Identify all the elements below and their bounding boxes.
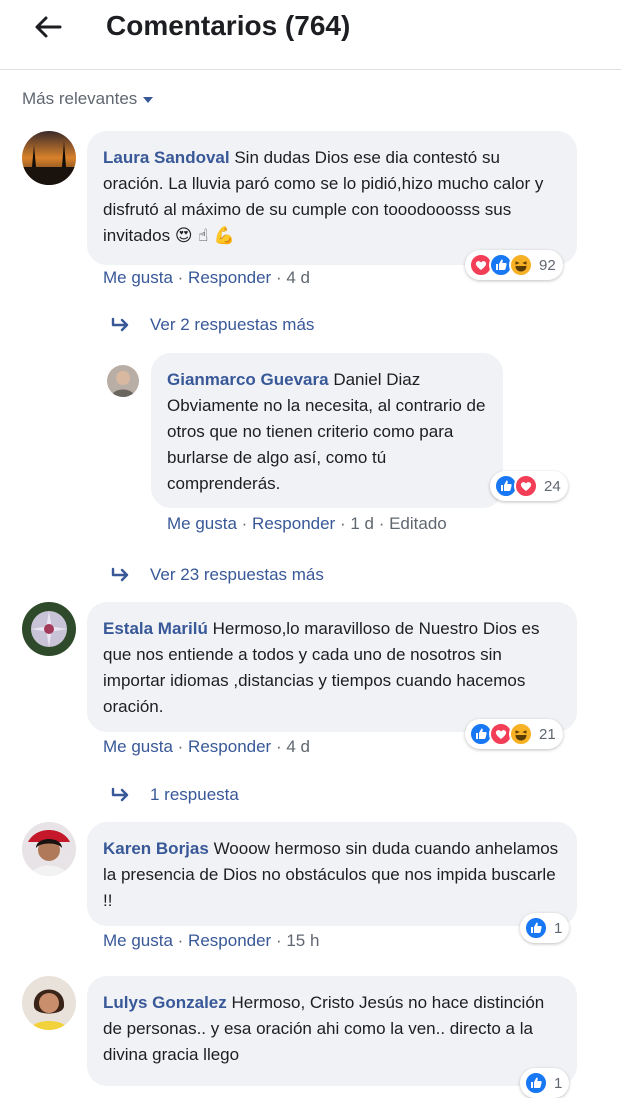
comment-bubble: Laura Sandoval Sin dudas Dios ese dia co… bbox=[87, 131, 577, 265]
reply-actions: Me gusta · Responder · 1 d · Editado bbox=[167, 514, 447, 533]
avatar[interactable] bbox=[107, 365, 139, 397]
sort-dropdown[interactable]: Más relevantes bbox=[22, 89, 154, 109]
reaction-summary[interactable]: 1 bbox=[520, 1068, 570, 1098]
reaction-summary[interactable]: 21 bbox=[465, 719, 563, 749]
reaction-count: 92 bbox=[539, 256, 556, 274]
reply-bubble: Gianmarco Guevara Daniel Diaz Obviamente… bbox=[151, 353, 503, 508]
reaction-count: 21 bbox=[539, 725, 556, 743]
caret-down-icon bbox=[143, 97, 154, 103]
reaction-summary[interactable]: 92 bbox=[465, 250, 563, 280]
haha-reaction-icon bbox=[509, 253, 533, 277]
love-reaction-icon bbox=[514, 474, 538, 498]
back-button[interactable] bbox=[28, 12, 68, 42]
comment-actions: Me gusta · Responder · 4 d bbox=[103, 268, 310, 287]
reply-arrow-icon bbox=[111, 317, 129, 332]
like-link[interactable]: Me gusta bbox=[103, 268, 173, 287]
comment-author[interactable]: Laura Sandoval bbox=[103, 148, 230, 167]
comment-actions: Me gusta · Responder · 15 h bbox=[103, 931, 320, 950]
page-title: Comentarios (764) bbox=[106, 10, 351, 41]
like-reaction-icon bbox=[524, 916, 548, 940]
edited-label: Editado bbox=[389, 514, 447, 533]
reply-link[interactable]: Responder bbox=[188, 268, 271, 287]
comment-bubble: Karen Borjas Wooow hermoso sin duda cuan… bbox=[87, 822, 577, 926]
comment-time: 15 h bbox=[286, 931, 320, 950]
view-more-replies-label: Ver 23 respuestas más bbox=[150, 565, 324, 584]
reply-link[interactable]: Responder bbox=[252, 514, 335, 533]
arrow-left-icon bbox=[35, 16, 62, 38]
reply-link[interactable]: Responder bbox=[188, 737, 271, 756]
reply-arrow-icon bbox=[111, 787, 129, 802]
avatar[interactable] bbox=[22, 976, 76, 1030]
reaction-summary[interactable]: 24 bbox=[490, 471, 568, 501]
sort-label: Más relevantes bbox=[22, 89, 138, 108]
reaction-count: 24 bbox=[544, 477, 561, 495]
reply-link[interactable]: Responder bbox=[188, 931, 271, 950]
reply-time: 1 d bbox=[350, 514, 374, 533]
view-more-replies[interactable]: Ver 2 respuestas más bbox=[110, 315, 314, 335]
view-more-replies-label: Ver 2 respuestas más bbox=[150, 315, 315, 334]
view-more-replies-label: 1 respuesta bbox=[150, 785, 239, 804]
header-bar: Comentarios (764) bbox=[0, 0, 621, 70]
comment-time: 4 d bbox=[286, 737, 310, 756]
like-reaction-icon bbox=[524, 1071, 548, 1095]
comment-author[interactable]: Karen Borjas bbox=[103, 839, 209, 858]
comment-actions: Me gusta · Responder · 4 d bbox=[103, 737, 310, 756]
comment-bubble: Estala Marilú Hermoso,lo maravilloso de … bbox=[87, 602, 577, 732]
view-more-replies[interactable]: Ver 23 respuestas más bbox=[110, 565, 324, 585]
like-link[interactable]: Me gusta bbox=[167, 514, 237, 533]
comment-author[interactable]: Lulys Gonzalez bbox=[103, 993, 227, 1012]
comment-emojis: 😍 ☝ 💪 bbox=[174, 226, 235, 246]
reaction-count: 1 bbox=[554, 919, 563, 937]
reaction-count: 1 bbox=[554, 1074, 563, 1092]
comment-bubble: Lulys Gonzalez Hermoso, Cristo Jesús no … bbox=[87, 976, 577, 1086]
avatar[interactable] bbox=[22, 822, 76, 876]
avatar[interactable] bbox=[22, 131, 76, 185]
like-link[interactable]: Me gusta bbox=[103, 737, 173, 756]
comment-time: 4 d bbox=[286, 268, 310, 287]
view-more-replies[interactable]: 1 respuesta bbox=[110, 785, 239, 805]
reply-arrow-icon bbox=[111, 567, 129, 582]
comment-author[interactable]: Estala Marilú bbox=[103, 619, 208, 638]
avatar[interactable] bbox=[22, 602, 76, 656]
like-link[interactable]: Me gusta bbox=[103, 931, 173, 950]
haha-reaction-icon bbox=[509, 722, 533, 746]
reaction-summary[interactable]: 1 bbox=[520, 913, 570, 943]
reply-author[interactable]: Gianmarco Guevara bbox=[167, 370, 329, 389]
